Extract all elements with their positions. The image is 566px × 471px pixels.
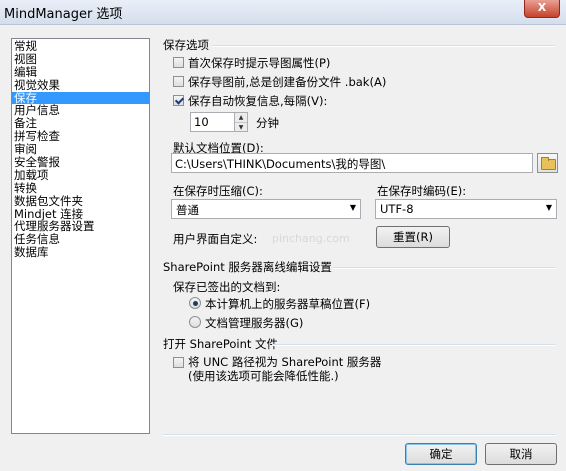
prompt-properties-checkbox[interactable] [173, 57, 184, 68]
sharepoint-title: SharePoint 服务器离线编辑设置 [163, 260, 332, 274]
ui-custom-label: 用户界面自定义: [173, 232, 258, 246]
category-list[interactable]: 常规 视图 编辑 视觉效果 保存 用户信息 备注 拼写检查 审阅 安全警报 加载项 转换 数据包文件夹 M… [11, 38, 150, 434]
sidebar-item[interactable]: 视图 [12, 52, 149, 66]
doc-mgmt-server-label: 文档管理服务器(G) [205, 316, 304, 330]
ok-button[interactable]: 确定 [405, 443, 477, 465]
encoding-value: UTF-8 [380, 202, 414, 216]
close-icon: X [537, 1, 547, 14]
stepper-up-icon[interactable]: ▲ [235, 113, 247, 123]
sidebar-item[interactable]: 转换 [12, 181, 149, 195]
server-drafts-label: 本计算机上的服务器草稿位置(F) [205, 297, 371, 311]
unc-path-note: (使用该选项可能会降低性能.) [188, 369, 339, 383]
prompt-properties-label: 首次保存时提示导图属性(P) [188, 56, 331, 70]
compress-select[interactable]: 普通 ▼ [171, 199, 361, 219]
reset-button[interactable]: 重置(R) [376, 226, 450, 248]
create-backup-label: 保存导图前,总是创建备份文件 .bak(A) [188, 75, 387, 89]
open-sharepoint-title: 打开 SharePoint 文件 [163, 337, 279, 351]
unc-path-checkbox[interactable] [173, 357, 184, 368]
server-drafts-radio[interactable] [189, 297, 201, 309]
encoding-label: 在保存时编码(E): [377, 184, 467, 198]
title-bar: MindManager 选项 X [0, 0, 566, 25]
default-location-input[interactable]: C:\Users\THINK\Documents\我的导图\ [171, 153, 533, 173]
save-options-separator [212, 45, 555, 47]
auto-recover-label: 保存自动恢复信息,每隔(V): [188, 94, 328, 108]
create-backup-checkbox[interactable] [173, 76, 184, 87]
chevron-down-icon: ▼ [545, 203, 552, 212]
checked-out-label: 保存已签出的文档到: [173, 280, 281, 294]
chevron-down-icon: ▼ [349, 203, 356, 212]
sidebar-item[interactable]: 数据库 [12, 246, 149, 259]
folder-icon [541, 157, 556, 170]
sidebar-item[interactable]: 加载项 [12, 169, 149, 182]
open-sharepoint-separator [272, 344, 555, 346]
sidebar-item[interactable]: 视觉效果 [12, 78, 149, 92]
auto-recover-checkbox[interactable] [173, 95, 184, 106]
interval-input[interactable]: 10 [190, 112, 235, 132]
close-button[interactable]: X [524, 0, 560, 18]
footer-separator [163, 434, 556, 436]
sidebar-item[interactable]: 数据包文件夹 [12, 194, 149, 208]
compress-value: 普通 [176, 203, 199, 217]
sidebar-item[interactable]: 安全警报 [12, 156, 149, 169]
save-options-title: 保存选项 [163, 38, 209, 52]
stepper-down-icon[interactable]: ▼ [235, 123, 247, 132]
cancel-button[interactable]: 取消 [485, 443, 557, 465]
interval-unit: 分钟 [256, 116, 279, 130]
watermark: pinchang.com [272, 232, 350, 245]
browse-folder-button[interactable] [537, 153, 558, 173]
window-title: MindManager 选项 [4, 7, 123, 22]
interval-stepper[interactable]: ▲ ▼ [234, 112, 248, 132]
sidebar-item[interactable]: 编辑 [12, 65, 149, 79]
compress-label: 在保存时压缩(C): [173, 184, 263, 198]
sharepoint-separator [333, 267, 555, 269]
sidebar-item[interactable]: 常规 [12, 40, 149, 53]
encoding-select[interactable]: UTF-8 ▼ [375, 199, 557, 219]
doc-mgmt-server-radio[interactable] [189, 316, 201, 328]
